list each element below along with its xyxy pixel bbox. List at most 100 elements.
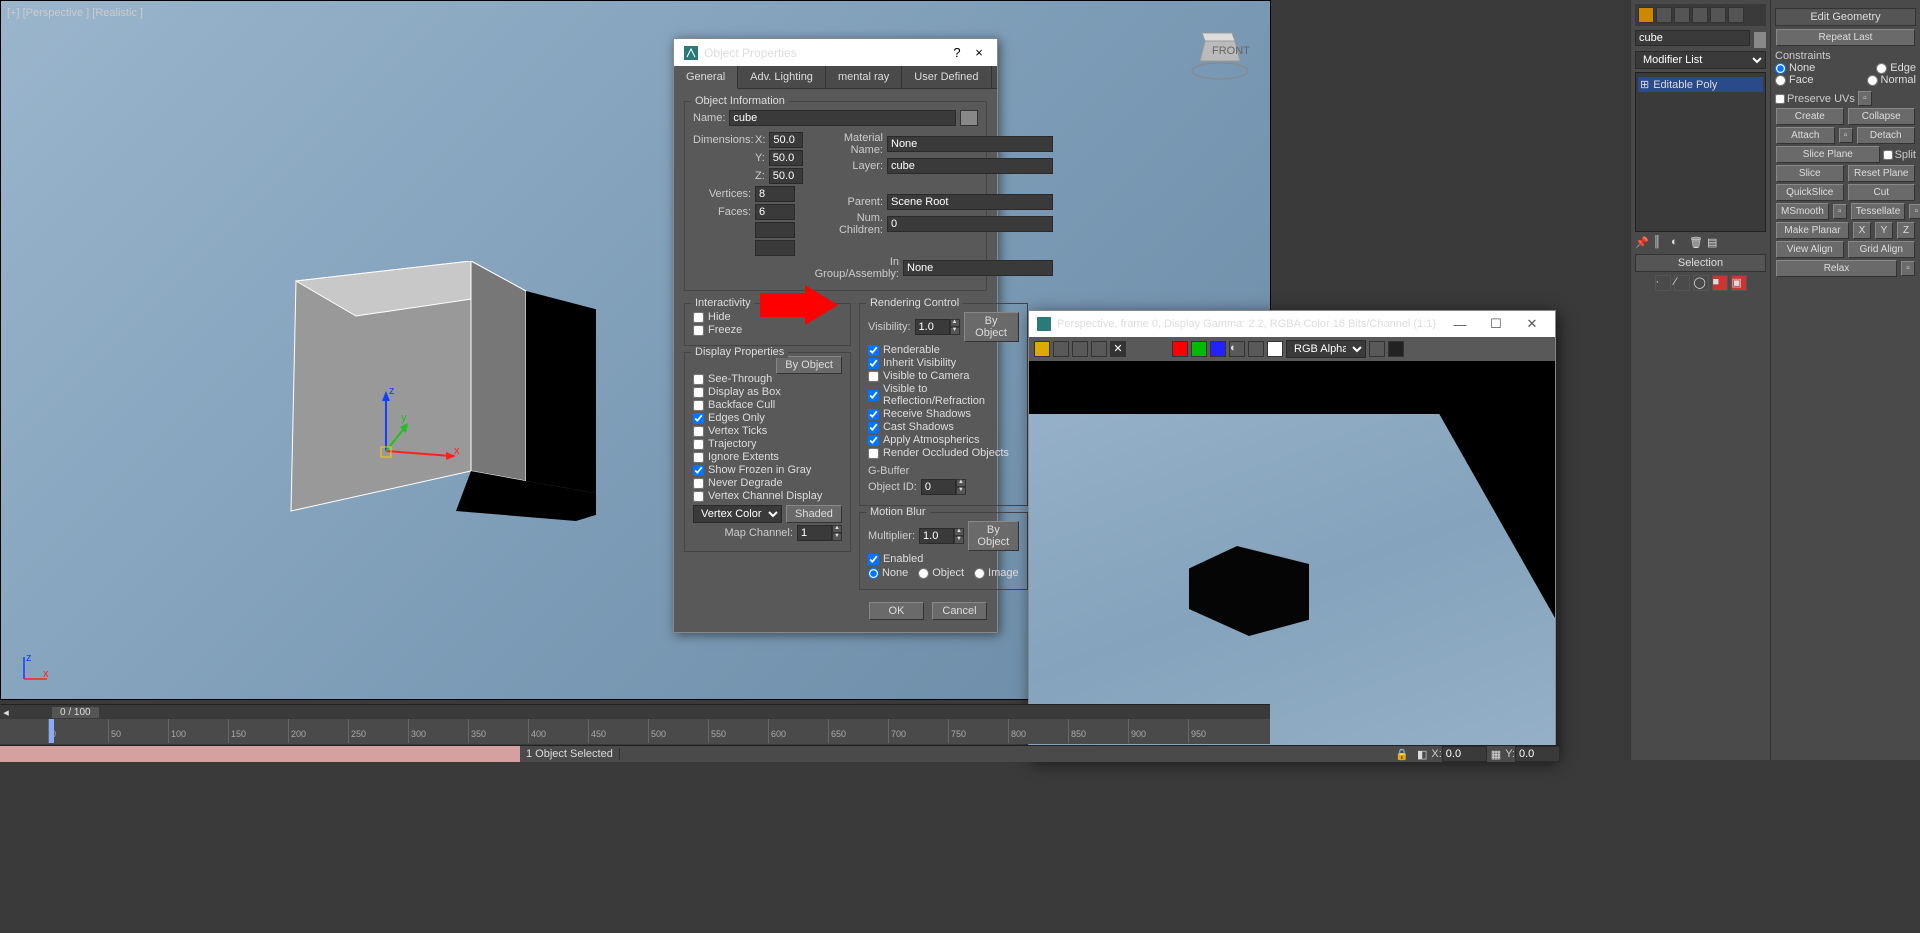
planar-y-button[interactable]: Y	[1875, 222, 1893, 239]
slice-button[interactable]: Slice	[1776, 165, 1844, 182]
display-see-through-checkbox[interactable]: See-Through	[693, 373, 842, 385]
element-subobj-icon[interactable]: ▣	[1731, 275, 1747, 291]
tab-mental-ray[interactable]: mental ray	[826, 66, 902, 88]
attach-button[interactable]: Attach	[1776, 127, 1835, 144]
msmooth-settings[interactable]: ▫	[1833, 204, 1847, 219]
selection-rollout-header[interactable]: Selection	[1635, 254, 1766, 272]
create-button[interactable]: Create	[1776, 108, 1844, 125]
motion-object-radio[interactable]: Object	[918, 567, 964, 579]
spinner-down[interactable]: ▼	[954, 536, 964, 544]
timeline-ruler[interactable]: 0501001502002503003504004505005506006507…	[0, 719, 1270, 743]
clear-icon[interactable]: ✕	[1110, 341, 1126, 357]
minimize-button[interactable]: —	[1445, 317, 1475, 332]
display-never-degrade-checkbox[interactable]: Never Degrade	[693, 477, 842, 489]
slice-plane-button[interactable]: Slice Plane	[1776, 146, 1880, 163]
spinner-down[interactable]: ▼	[832, 533, 842, 541]
status-x-input[interactable]	[1442, 746, 1487, 762]
tessellate-settings[interactable]: ▫	[1909, 204, 1920, 219]
reset-plane-button[interactable]: Reset Plane	[1848, 165, 1916, 182]
channel-select[interactable]: RGB Alpha	[1286, 340, 1366, 358]
color-swatch[interactable]	[960, 110, 978, 126]
preserve-uvs-checkbox[interactable]	[1775, 94, 1785, 104]
render-render-occluded-objects-checkbox[interactable]: Render Occluded Objects	[868, 447, 1019, 459]
viewport-label[interactable]: [+] [Perspective ] [Realistic ]	[7, 7, 143, 19]
close-button[interactable]: ×	[971, 45, 987, 60]
close-button[interactable]: ✕	[1517, 316, 1547, 332]
constraint-edge-radio[interactable]: Edge	[1876, 62, 1916, 74]
copy-image-icon[interactable]	[1053, 341, 1069, 357]
motion-none-radio[interactable]: None	[868, 567, 908, 579]
render-canvas[interactable]	[1029, 361, 1555, 756]
constraint-face-radio[interactable]: Face	[1775, 74, 1813, 86]
clone-window-icon[interactable]	[1072, 341, 1088, 357]
tab-adv-lighting[interactable]: Adv. Lighting	[738, 66, 826, 88]
spinner-down[interactable]: ▼	[950, 327, 960, 335]
detach-button[interactable]: Detach	[1857, 127, 1916, 144]
display-ignore-extents-checkbox[interactable]: Ignore Extents	[693, 451, 842, 463]
stack-item[interactable]: Editable Poly	[1653, 79, 1717, 91]
map-channel-input[interactable]	[797, 525, 832, 541]
ok-button[interactable]: OK	[869, 602, 924, 620]
spinner-up[interactable]: ▲	[956, 479, 966, 487]
tab-display-icon[interactable]	[1710, 7, 1726, 23]
modifier-stack[interactable]: ⊞Editable Poly	[1635, 72, 1766, 232]
motion-image-radio[interactable]: Image	[974, 567, 1019, 579]
display-backface-cull-checkbox[interactable]: Backface Cull	[693, 399, 842, 411]
render-cast-shadows-checkbox[interactable]: Cast Shadows	[868, 421, 1019, 433]
tessellate-button[interactable]: Tessellate	[1851, 203, 1905, 220]
display-vertex-channel-display-checkbox[interactable]: Vertex Channel Display	[693, 490, 842, 502]
help-button[interactable]: ?	[949, 45, 965, 60]
vertex-subobj-icon[interactable]: ·	[1655, 275, 1671, 291]
render-visible-to-camera-checkbox[interactable]: Visible to Camera	[868, 370, 1019, 382]
name-input[interactable]	[729, 110, 956, 126]
preserve-uvs-settings[interactable]: ▫	[1858, 91, 1872, 106]
remove-modifier-icon[interactable]: 🗑	[1689, 236, 1703, 250]
spinner-up[interactable]: ▲	[950, 319, 960, 327]
render-by-object-button[interactable]: By Object	[964, 312, 1019, 342]
render-inherit-visibility-checkbox[interactable]: Inherit Visibility	[868, 357, 1019, 369]
border-subobj-icon[interactable]: ◯	[1693, 275, 1709, 291]
tab-hierarchy-icon[interactable]	[1674, 7, 1690, 23]
render-renderable-checkbox[interactable]: Renderable	[868, 344, 1019, 356]
cut-button[interactable]: Cut	[1848, 184, 1916, 201]
constraint-normal-radio[interactable]: Normal	[1867, 74, 1916, 86]
tab-create-icon[interactable]	[1638, 7, 1654, 23]
quickslice-button[interactable]: QuickSlice	[1776, 184, 1844, 201]
lock-icon[interactable]: 🔒	[1391, 748, 1413, 761]
overlay-icon[interactable]	[1369, 341, 1385, 357]
dialog-titlebar[interactable]: Object Properties ? ×	[674, 39, 997, 66]
timeline[interactable]: ◂0 / 100 0501001502002503003504004505005…	[0, 704, 1270, 744]
polygon-subobj-icon[interactable]: ■	[1712, 275, 1728, 291]
make-unique-icon[interactable]: ◐	[1671, 236, 1685, 250]
mono-channel-icon[interactable]	[1248, 341, 1264, 357]
relax-button[interactable]: Relax	[1776, 260, 1897, 277]
toggle-icon[interactable]	[1388, 341, 1404, 357]
freeze-checkbox[interactable]: Freeze	[693, 324, 842, 336]
grid-align-button[interactable]: Grid Align	[1848, 241, 1916, 258]
edge-subobj-icon[interactable]: ∕	[1674, 275, 1690, 291]
relax-settings[interactable]: ▫	[1901, 261, 1915, 276]
color-swatch[interactable]	[1754, 32, 1766, 48]
render-visible-to-reflection-refraction-checkbox[interactable]: Visible to Reflection/Refraction	[868, 383, 1019, 407]
display-display-as-box-checkbox[interactable]: Display as Box	[693, 386, 842, 398]
pin-stack-icon[interactable]: 📌	[1635, 236, 1649, 250]
vertex-color-select[interactable]: Vertex Color	[693, 505, 782, 523]
grid-icon[interactable]: ▦	[1487, 748, 1505, 761]
make-planar-button[interactable]: Make Planar	[1776, 222, 1849, 239]
render-titlebar[interactable]: Perspective, frame 0, Display Gamma: 2.2…	[1029, 311, 1555, 337]
swatch-icon[interactable]	[1267, 341, 1283, 357]
display-show-frozen-in-gray-checkbox[interactable]: Show Frozen in Gray	[693, 464, 842, 476]
display-trajectory-checkbox[interactable]: Trajectory	[693, 438, 842, 450]
modifier-list-select[interactable]: Modifier List	[1635, 51, 1766, 69]
collapse-button[interactable]: Collapse	[1848, 108, 1916, 125]
spinner-up[interactable]: ▲	[832, 525, 842, 533]
green-channel-icon[interactable]	[1191, 341, 1207, 357]
tab-motion-icon[interactable]	[1692, 7, 1708, 23]
save-image-icon[interactable]	[1034, 341, 1050, 357]
tab-user-defined[interactable]: User Defined	[902, 66, 991, 88]
viewcube[interactable]: FRONT	[1190, 21, 1250, 81]
status-prompt-area[interactable]	[0, 746, 520, 762]
spinner-up[interactable]: ▲	[954, 528, 964, 536]
render-receive-shadows-checkbox[interactable]: Receive Shadows	[868, 408, 1019, 420]
motion-enabled-checkbox[interactable]: Enabled	[868, 553, 1019, 565]
